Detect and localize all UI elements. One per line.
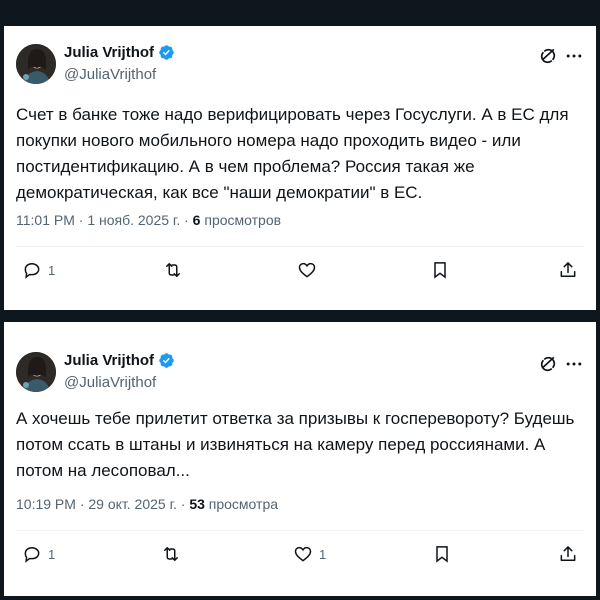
reply-count: 1 [48, 262, 56, 278]
verified-badge-icon [159, 45, 174, 60]
tweet-timestamp[interactable]: 11:01 PM · 1 нояб. 2025 г. · [16, 212, 193, 228]
grok-icon[interactable] [538, 46, 558, 66]
repost-icon [165, 263, 180, 277]
repost-icon [164, 547, 179, 561]
tweet-meta: 11:01 PM · 1 нояб. 2025 г. · 6 просмотро… [16, 212, 281, 228]
tweet-card[interactable]: Julia Vrijthof @JuliaVrijthof А хочешь т… [4, 322, 596, 596]
repost-button[interactable] [161, 544, 187, 564]
reply-button[interactable]: 1 [22, 260, 55, 280]
bookmark-button[interactable] [432, 544, 452, 564]
divider [16, 246, 584, 247]
reply-icon [24, 262, 40, 279]
reply-button[interactable]: 1 [22, 544, 55, 564]
views-count: 53 [189, 496, 205, 512]
verified-badge-icon [159, 353, 174, 368]
bookmark-icon [434, 262, 447, 279]
tweet-meta: 10:19 PM · 29 окт. 2025 г. · 53 просмотр… [16, 496, 278, 512]
avatar-image [16, 44, 56, 84]
reply-count: 1 [48, 546, 56, 562]
like-button[interactable] [297, 260, 323, 280]
views-label: просмотра [204, 496, 279, 512]
reply-icon [24, 546, 40, 563]
grok-icon[interactable] [538, 354, 558, 374]
tweet-text: А хочешь тебе прилетит ответка за призыв… [16, 409, 575, 480]
more-icon[interactable] [564, 354, 584, 374]
views-label: просмотров [200, 212, 282, 228]
share-icon [560, 546, 576, 561]
author-handle[interactable]: @JuliaVrijthof [64, 374, 156, 391]
like-icon [298, 262, 315, 278]
avatar-image [16, 352, 56, 392]
hidden-tweet-strip [4, 310, 596, 322]
author-handle[interactable]: @JuliaVrijthof [64, 66, 156, 83]
divider [16, 530, 584, 531]
avatar[interactable] [16, 352, 56, 392]
author-row: Julia Vrijthof [64, 44, 175, 61]
like-icon [294, 546, 312, 562]
avatar[interactable] [16, 44, 56, 84]
tweet-card[interactable]: Julia Vrijthof @JuliaVrijthof Счет в бан… [4, 26, 596, 310]
bookmark-icon [436, 546, 448, 563]
tweet-text: Счет в банке тоже надо верифицировать че… [16, 105, 569, 202]
author-name[interactable]: Julia Vrijthof [64, 352, 154, 369]
author-row: Julia Vrijthof [64, 352, 175, 369]
tweet-actions: 1 1 [22, 544, 578, 564]
share-button[interactable] [558, 544, 578, 564]
repost-button[interactable] [163, 260, 189, 280]
bookmark-button[interactable] [430, 260, 450, 280]
share-button[interactable] [558, 260, 578, 280]
tweet-timestamp[interactable]: 10:19 PM · 29 окт. 2025 г. · [16, 496, 189, 512]
more-icon[interactable] [564, 46, 584, 66]
author-name[interactable]: Julia Vrijthof [64, 44, 154, 61]
like-button[interactable]: 1 [293, 544, 326, 564]
like-count: 1 [318, 546, 327, 562]
tweet-actions: 1 [22, 260, 578, 280]
share-icon [560, 262, 576, 277]
